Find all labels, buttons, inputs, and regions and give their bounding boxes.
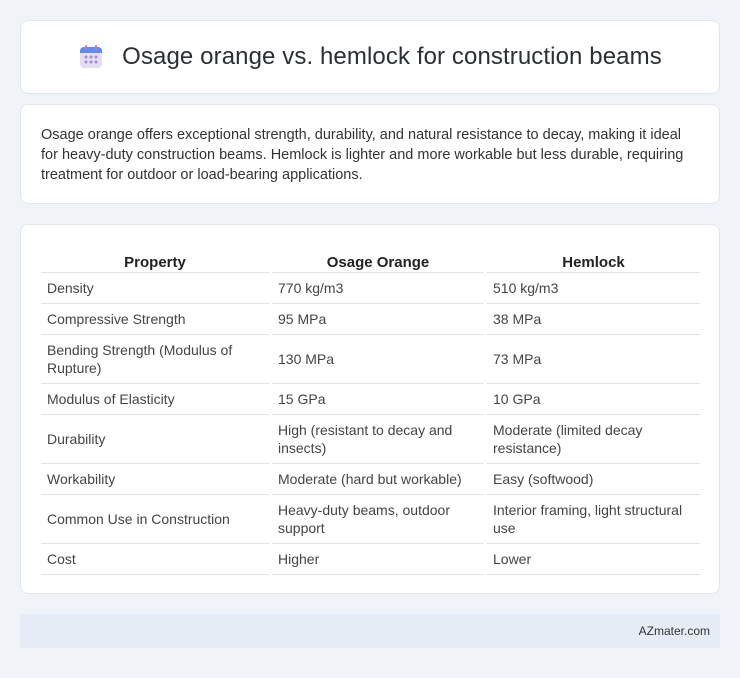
- table-cell: Bending Strength (Modulus of Rupture): [41, 335, 269, 384]
- table-cell: Moderate (limited decay resistance): [487, 415, 700, 464]
- table-cell: Durability: [41, 415, 269, 464]
- table-row: Durability High (resistant to decay and …: [41, 415, 700, 464]
- comparison-table: Property Osage Orange Hemlock Density 77…: [38, 249, 703, 575]
- table-row: Compressive Strength 95 MPa 38 MPa: [41, 304, 700, 335]
- table-cell: 10 GPa: [487, 384, 700, 415]
- table-row: Bending Strength (Modulus of Rupture) 13…: [41, 335, 700, 384]
- page-title: Osage orange vs. hemlock for constructio…: [122, 43, 662, 70]
- table-row: Cost Higher Lower: [41, 544, 700, 575]
- table-row: Common Use in Construction Heavy-duty be…: [41, 495, 700, 544]
- table-cell: Cost: [41, 544, 269, 575]
- header-card: Osage orange vs. hemlock for constructio…: [20, 20, 720, 94]
- table-cell: Easy (softwood): [487, 464, 700, 495]
- table-cell: Modulus of Elasticity: [41, 384, 269, 415]
- table-cell: 73 MPa: [487, 335, 700, 384]
- footer-bar: AZmater.com: [20, 614, 720, 648]
- column-header-property: Property: [41, 249, 269, 273]
- intro-text: Osage orange offers exceptional strength…: [41, 127, 684, 183]
- table-cell: 38 MPa: [487, 304, 700, 335]
- table-cell: Heavy-duty beams, outdoor support: [272, 495, 484, 544]
- column-header-hemlock: Hemlock: [487, 249, 700, 273]
- table-row: Modulus of Elasticity 15 GPa 10 GPa: [41, 384, 700, 415]
- table-cell: 15 GPa: [272, 384, 484, 415]
- table-header-row: Property Osage Orange Hemlock: [41, 249, 700, 273]
- table-card: Property Osage Orange Hemlock Density 77…: [20, 224, 720, 594]
- table-cell: Compressive Strength: [41, 304, 269, 335]
- table-row: Density 770 kg/m3 510 kg/m3: [41, 273, 700, 304]
- table-cell: High (resistant to decay and insects): [272, 415, 484, 464]
- table-cell: Moderate (hard but workable): [272, 464, 484, 495]
- table-cell: Higher: [272, 544, 484, 575]
- calendar-icon: [78, 44, 104, 70]
- table-cell: Interior framing, light structural use: [487, 495, 700, 544]
- footer-brand: AZmater.com: [638, 624, 710, 638]
- table-cell: 510 kg/m3: [487, 273, 700, 304]
- table-cell: 95 MPa: [272, 304, 484, 335]
- table-cell: Common Use in Construction: [41, 495, 269, 544]
- table-cell: 770 kg/m3: [272, 273, 484, 304]
- table-row: Workability Moderate (hard but workable)…: [41, 464, 700, 495]
- table-cell: Workability: [41, 464, 269, 495]
- table-cell: Lower: [487, 544, 700, 575]
- page: Osage orange vs. hemlock for constructio…: [0, 0, 740, 678]
- intro-card: Osage orange offers exceptional strength…: [20, 104, 720, 204]
- table-cell: 130 MPa: [272, 335, 484, 384]
- table-cell: Density: [41, 273, 269, 304]
- column-header-osage-orange: Osage Orange: [272, 249, 484, 273]
